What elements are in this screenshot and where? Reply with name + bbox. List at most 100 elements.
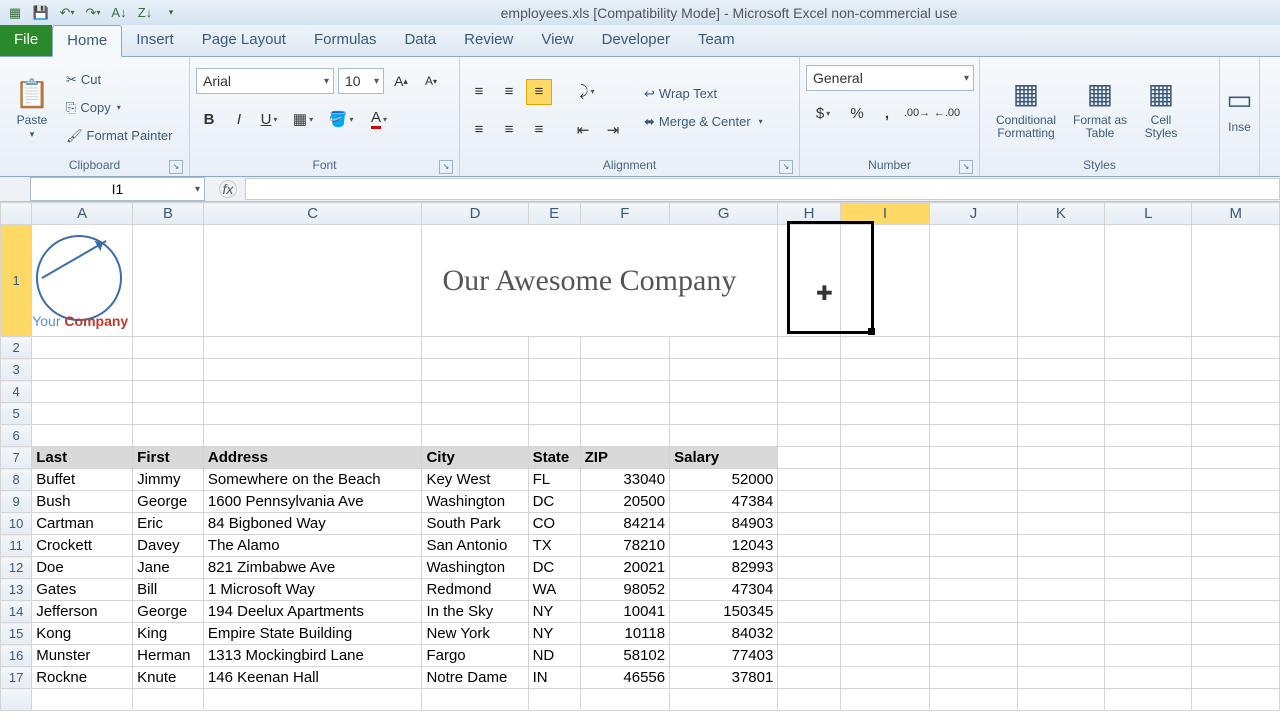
cell-D4[interactable] — [422, 381, 528, 403]
cell-E5[interactable] — [528, 403, 580, 425]
cell-K14[interactable] — [1017, 601, 1104, 623]
cell-K18[interactable] — [1017, 689, 1104, 711]
cell-M16[interactable] — [1192, 645, 1280, 667]
cell-K4[interactable] — [1017, 381, 1104, 403]
cell-A4[interactable] — [32, 381, 133, 403]
cell-J10[interactable] — [930, 513, 1017, 535]
cell-L9[interactable] — [1105, 491, 1192, 513]
cell-A3[interactable] — [32, 359, 133, 381]
cell-C9[interactable]: 1600 Pennsylvania Ave — [203, 491, 422, 513]
cell-L17[interactable] — [1105, 667, 1192, 689]
cell-K3[interactable] — [1017, 359, 1104, 381]
cell-E14[interactable]: NY — [528, 601, 580, 623]
copy-button[interactable]: ⎘Copy▾ — [62, 95, 177, 121]
col-header-C[interactable]: C — [203, 203, 422, 225]
decrease-indent-icon[interactable]: ⇤ — [570, 117, 596, 143]
tab-review[interactable]: Review — [450, 25, 527, 56]
cell-B6[interactable] — [133, 425, 204, 447]
cell-F9[interactable]: 20500 — [580, 491, 669, 513]
bold-button[interactable]: B — [196, 106, 222, 132]
cell-I16[interactable] — [840, 645, 929, 667]
cell-J3[interactable] — [930, 359, 1017, 381]
tab-developer[interactable]: Developer — [588, 25, 684, 56]
cell-H1[interactable] — [778, 225, 840, 337]
cell-B3[interactable] — [133, 359, 204, 381]
cell-C5[interactable] — [203, 403, 422, 425]
row-header-7[interactable]: 7 — [1, 447, 32, 469]
cell-I3[interactable] — [840, 359, 929, 381]
fx-icon[interactable]: fx — [219, 180, 237, 198]
cell-D12[interactable]: Washington — [422, 557, 528, 579]
col-header-B[interactable]: B — [133, 203, 204, 225]
cell-E10[interactable]: CO — [528, 513, 580, 535]
align-center-icon[interactable]: ≡ — [496, 117, 522, 143]
cut-button[interactable]: ✂Cut — [62, 67, 177, 93]
cell-D17[interactable]: Notre Dame — [422, 667, 528, 689]
undo-icon[interactable]: ↶▾ — [56, 3, 78, 23]
cell-H10[interactable] — [778, 513, 840, 535]
cell-E13[interactable]: WA — [528, 579, 580, 601]
cell-K17[interactable] — [1017, 667, 1104, 689]
worksheet-grid[interactable]: ABCDEFGHIJKLM1 Your Company Our Awesome … — [0, 202, 1280, 711]
cell-C8[interactable]: Somewhere on the Beach — [203, 469, 422, 491]
cell-H12[interactable] — [778, 557, 840, 579]
row-header-11[interactable]: 11 — [1, 535, 32, 557]
cell-H4[interactable] — [778, 381, 840, 403]
cell-D6[interactable] — [422, 425, 528, 447]
cell-F7[interactable]: ZIP — [580, 447, 669, 469]
cell-G4[interactable] — [670, 381, 778, 403]
cell-F5[interactable] — [580, 403, 669, 425]
cell-G15[interactable]: 84032 — [670, 623, 778, 645]
cell-D18[interactable] — [422, 689, 528, 711]
cell-M10[interactable] — [1192, 513, 1280, 535]
cell-D2[interactable] — [422, 337, 528, 359]
cell-E4[interactable] — [528, 381, 580, 403]
number-format-combo[interactable]: General — [806, 65, 974, 91]
cell-C17[interactable]: 146 Keenan Hall — [203, 667, 422, 689]
cell-G17[interactable]: 37801 — [670, 667, 778, 689]
cell-E7[interactable]: State — [528, 447, 580, 469]
cell-A6[interactable] — [32, 425, 133, 447]
cell-C12[interactable]: 821 Zimbabwe Ave — [203, 557, 422, 579]
increase-indent-icon[interactable]: ⇥ — [600, 117, 626, 143]
cell-K8[interactable] — [1017, 469, 1104, 491]
decrease-decimal-icon[interactable]: ←.00 — [934, 100, 960, 126]
cell-D9[interactable]: Washington — [422, 491, 528, 513]
sort-asc-icon[interactable]: A↓ — [108, 3, 130, 23]
cell-A16[interactable]: Munster — [32, 645, 133, 667]
select-all-corner[interactable] — [1, 203, 32, 225]
cell-C14[interactable]: 194 Deelux Apartments — [203, 601, 422, 623]
cell-J11[interactable] — [930, 535, 1017, 557]
cell-H3[interactable] — [778, 359, 840, 381]
cell-L11[interactable] — [1105, 535, 1192, 557]
cell-C11[interactable]: The Alamo — [203, 535, 422, 557]
underline-button[interactable]: U▾ — [256, 106, 282, 132]
cell-C15[interactable]: Empire State Building — [203, 623, 422, 645]
col-header-K[interactable]: K — [1017, 203, 1104, 225]
number-launcher[interactable]: ↘ — [959, 160, 973, 174]
cell-K10[interactable] — [1017, 513, 1104, 535]
cell-A18[interactable] — [32, 689, 133, 711]
cell-D13[interactable]: Redmond — [422, 579, 528, 601]
shrink-font-icon[interactable]: A▾ — [418, 68, 444, 94]
sort-desc-icon[interactable]: Z↓ — [134, 3, 156, 23]
comma-button[interactable]: , — [874, 100, 900, 126]
cell-H11[interactable] — [778, 535, 840, 557]
cell-A7[interactable]: Last — [32, 447, 133, 469]
cell-A13[interactable]: Gates — [32, 579, 133, 601]
cell-F11[interactable]: 78210 — [580, 535, 669, 557]
cell-K13[interactable] — [1017, 579, 1104, 601]
paste-button[interactable]: 📋 Paste ▾ — [6, 63, 58, 153]
cell-C18[interactable] — [203, 689, 422, 711]
cell-H8[interactable] — [778, 469, 840, 491]
format-as-table-button[interactable]: ▦Format as Table — [1066, 63, 1134, 153]
percent-button[interactable]: % — [844, 100, 870, 126]
cell-M18[interactable] — [1192, 689, 1280, 711]
cell-J15[interactable] — [930, 623, 1017, 645]
row-header-2[interactable]: 2 — [1, 337, 32, 359]
merge-center-button[interactable]: ⬌Merge & Center▾ — [638, 109, 769, 135]
cell-E18[interactable] — [528, 689, 580, 711]
cell-A17[interactable]: Rockne — [32, 667, 133, 689]
cell-C16[interactable]: 1313 Mockingbird Lane — [203, 645, 422, 667]
cell-K11[interactable] — [1017, 535, 1104, 557]
